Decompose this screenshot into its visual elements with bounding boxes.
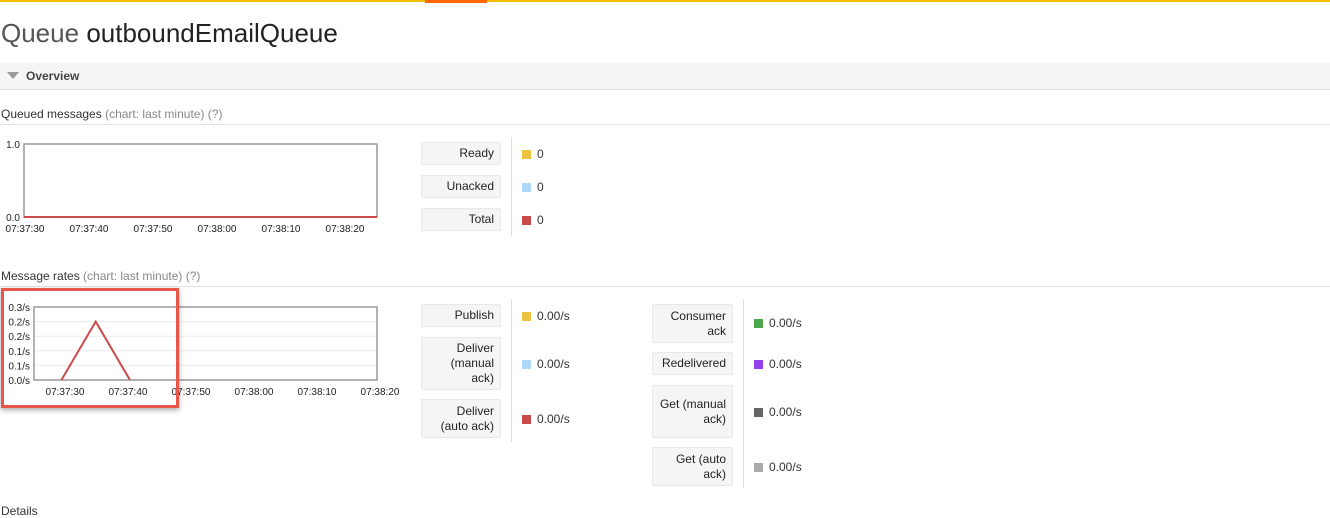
total-label: Total <box>421 208 501 231</box>
redelivered-label: Redelivered <box>652 352 733 375</box>
queued-messages-title: Queued messages <box>1 107 102 121</box>
unacked-swatch <box>522 183 531 192</box>
total-value: 0 <box>522 213 544 227</box>
x-tick-label: 07:38:10 <box>298 387 337 398</box>
top-accent-line <box>0 0 1330 3</box>
queue-name: outboundEmailQueue <box>86 18 338 48</box>
column-separator <box>511 299 512 442</box>
x-tick-label: 07:37:30 <box>6 224 45 235</box>
consumer-ack-value: 0.00/s <box>754 316 802 330</box>
message-rates-heading: Message rates (chart: last minute) (?) <box>1 269 200 283</box>
collapse-triangle-icon <box>7 72 19 79</box>
active-tab-indicator <box>425 0 487 3</box>
chart-highlight-annotation <box>1 288 179 408</box>
overview-label: Overview <box>26 69 80 83</box>
x-tick-label: 07:38:10 <box>262 224 301 235</box>
divider <box>0 286 1330 287</box>
page-title-prefix: Queue <box>1 18 80 48</box>
plot-frame <box>23 143 378 218</box>
publish-swatch <box>522 312 531 321</box>
divider <box>0 124 1330 125</box>
get-manual-ack-swatch <box>754 408 763 417</box>
message-rates-title: Message rates <box>1 269 80 283</box>
redelivered-value: 0.00/s <box>754 357 802 371</box>
ready-label: Ready <box>421 142 501 165</box>
publish-value: 0.00/s <box>522 309 570 323</box>
x-tick-label: 07:38:00 <box>198 224 237 235</box>
queued-messages-chart: 1.0 0.0 07:37:30 07:37:40 07:37:50 07:38:00 07… <box>0 136 400 241</box>
y-tick-label: 1.0 <box>6 140 20 151</box>
ready-swatch <box>522 150 531 159</box>
total-swatch <box>522 216 531 225</box>
rates-chart-range-link[interactable]: (chart: last minute) <box>83 269 182 283</box>
get-auto-ack-label: Get (auto ack) <box>652 447 733 486</box>
x-tick-label: 07:38:00 <box>235 387 274 398</box>
publish-label: Publish <box>421 304 501 327</box>
deliver-manual-ack-value: 0.00/s <box>522 357 570 371</box>
x-tick-label: 07:38:20 <box>326 224 365 235</box>
deliver-auto-ack-label: Deliver (auto ack) <box>421 399 501 438</box>
column-separator <box>743 299 744 488</box>
y-tick-label: 0.0 <box>6 213 20 224</box>
page-title: Queue outboundEmailQueue <box>1 18 338 49</box>
rates-help-link[interactable]: (?) <box>186 269 201 283</box>
redelivered-swatch <box>754 360 763 369</box>
deliver-auto-ack-value: 0.00/s <box>522 412 570 426</box>
x-tick-label: 07:37:40 <box>70 224 109 235</box>
column-separator <box>511 137 512 236</box>
deliver-manual-ack-label: Deliver (manual ack) <box>421 337 501 390</box>
ready-value: 0 <box>522 147 544 161</box>
get-manual-ack-value: 0.00/s <box>754 405 802 419</box>
consumer-ack-label: Consumer ack <box>652 304 733 343</box>
deliver-auto-ack-swatch <box>522 415 531 424</box>
get-auto-ack-value: 0.00/s <box>754 460 802 474</box>
queued-chart-range-link[interactable]: (chart: last minute) <box>105 107 204 121</box>
x-tick-label: 07:37:50 <box>134 224 173 235</box>
unacked-label: Unacked <box>421 175 501 198</box>
x-tick-label: 07:38:20 <box>361 387 400 398</box>
unacked-value: 0 <box>522 180 544 194</box>
queued-help-link[interactable]: (?) <box>208 107 223 121</box>
deliver-manual-ack-swatch <box>522 360 531 369</box>
queued-messages-heading: Queued messages (chart: last minute) (?) <box>1 107 222 121</box>
overview-section-toggle[interactable]: Overview <box>0 63 1330 90</box>
get-manual-ack-label: Get (manual ack) <box>652 385 733 438</box>
get-auto-ack-swatch <box>754 463 763 472</box>
consumer-ack-swatch <box>754 319 763 328</box>
